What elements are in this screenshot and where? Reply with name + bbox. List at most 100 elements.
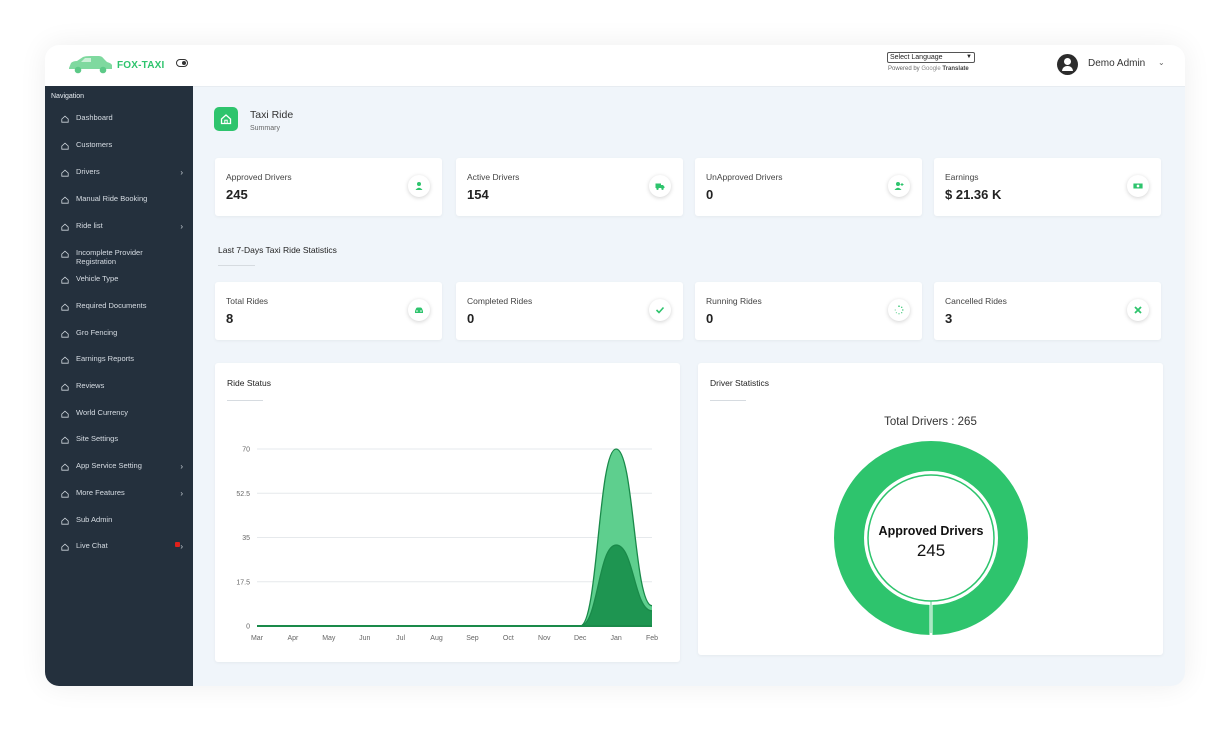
sidebar: Navigation Dashboard Customers Drivers › Man… (45, 86, 193, 686)
sidebar-item-more-features[interactable]: More Features › (61, 488, 187, 498)
stat-label: Cancelled Rides (945, 296, 1007, 306)
sidebar-item-app-service-setting[interactable]: App Service Setting › (61, 461, 187, 471)
stat-label: Approved Drivers (226, 172, 292, 182)
stat-card-earnings[interactable]: Earnings $ 21.36 K (934, 158, 1161, 216)
language-select[interactable]: Select Language ▼ (887, 52, 975, 63)
sidebar-item-manual-ride-booking[interactable]: Manual Ride Booking (61, 194, 187, 204)
home-icon (61, 436, 69, 444)
stat-card-completed-rides[interactable]: Completed Rides 0 (456, 282, 683, 340)
x-tick-label: Nov (538, 635, 551, 642)
sidebar-item-required-documents[interactable]: Required Documents (61, 301, 187, 311)
stat-card-cancelled-rides[interactable]: Cancelled Rides 3 (934, 282, 1161, 340)
home-icon (61, 383, 69, 391)
home-icon (61, 463, 69, 471)
sidebar-title: Navigation (51, 93, 85, 100)
x-tick-label: Jul (396, 635, 405, 642)
sidebar-item-label: Sub Admin (76, 515, 113, 524)
stat-label: Total Rides (226, 296, 269, 306)
home-icon (61, 517, 69, 525)
home-icon (61, 410, 69, 418)
user-plus-icon (888, 175, 910, 197)
x-tick-label: Jun (359, 635, 370, 642)
sidebar-item-reviews[interactable]: Reviews (61, 381, 187, 391)
sidebar-item-label: Gro Fencing (76, 328, 118, 337)
x-tick-label: May (322, 635, 336, 642)
check-icon (649, 299, 671, 321)
stat-card-total-rides[interactable]: Total Rides 8 (215, 282, 442, 340)
home-icon (61, 169, 69, 177)
sidebar-item-label: Manual Ride Booking (76, 194, 148, 203)
x-tick-label: Mar (251, 635, 264, 642)
sidebar-item-world-currency[interactable]: World Currency (61, 408, 187, 418)
admin-name[interactable]: Demo Admin (1088, 58, 1145, 69)
sidebar-item-label: World Currency (76, 408, 128, 417)
stat-value: 8 (226, 311, 234, 326)
sidebar-item-label: App Service Setting (76, 461, 142, 470)
logo-text: FOX-TAXI (117, 59, 165, 71)
avatar[interactable] (1057, 54, 1078, 75)
sidebar-item-label: Required Documents (76, 301, 147, 310)
sidebar-item-ride-list[interactable]: Ride list › (61, 221, 187, 231)
sidebar-item-live-chat[interactable]: Live Chat › (61, 541, 187, 551)
stat-value: 0 (467, 311, 475, 326)
stat-card-approved-drivers[interactable]: Approved Drivers 245 (215, 158, 442, 216)
x-tick-label: Oct (503, 635, 514, 642)
sidebar-item-vehicle-type[interactable]: Vehicle Type (61, 274, 187, 284)
stat-label: Completed Rides (467, 296, 533, 306)
stat-card-unapproved-drivers[interactable]: UnApproved Drivers 0 (695, 158, 922, 216)
stat-value: $ 21.36 K (945, 187, 1002, 202)
x-tick-label: Feb (646, 635, 658, 642)
stat-card-running-rides[interactable]: Running Rides 0 (695, 282, 922, 340)
x-tick-label: Sep (466, 635, 479, 642)
car-icon (408, 299, 430, 321)
sidebar-item-label: Live Chat (76, 541, 108, 550)
stat-label: Running Rides (706, 296, 762, 306)
spinner-icon (888, 299, 910, 321)
home-icon (61, 250, 69, 258)
chevron-right-icon: › (180, 168, 183, 177)
ride-status-panel: Ride Status 0 17.5 35 52.5 70 Mar Apr May Jun Jul… (215, 363, 680, 662)
sidebar-item-label: Incomplete Provider Registration (76, 248, 143, 266)
stat-label: Active Drivers (467, 172, 520, 182)
sidebar-item-dashboard[interactable]: Dashboard (61, 113, 187, 123)
home-icon (61, 356, 69, 364)
sidebar-item-incomplete-provider-registration[interactable]: Incomplete Provider Registration (61, 248, 187, 266)
y-tick-label: 52.5 (236, 491, 250, 498)
home-icon (61, 330, 69, 338)
sidebar-item-earnings-reports[interactable]: Earnings Reports (61, 354, 187, 364)
home-icon (61, 276, 69, 284)
sidebar-item-gro-fencing[interactable]: Gro Fencing (61, 328, 187, 338)
taxi-logo-icon (69, 56, 112, 74)
money-icon (1127, 175, 1149, 197)
sidebar-item-customers[interactable]: Customers (61, 140, 187, 150)
donut-inner-ring (867, 474, 995, 602)
sidebar-toggle-icon[interactable] (176, 59, 188, 67)
close-icon (1127, 299, 1149, 321)
chevron-right-icon: › (180, 489, 183, 498)
chevron-down-icon: ▼ (966, 54, 972, 60)
page-title: Taxi Ride (250, 109, 294, 121)
x-tick-label: Jan (610, 635, 621, 642)
chevron-right-icon: › (180, 462, 183, 471)
chevron-down-icon[interactable]: ⌄ (1158, 58, 1165, 67)
sidebar-item-label: Ride list (76, 221, 103, 230)
sidebar-item-drivers[interactable]: Drivers › (61, 167, 187, 177)
stat-label: Earnings (945, 172, 979, 182)
sidebar-item-label: Customers (76, 140, 113, 149)
y-tick-label: 17.5 (236, 579, 250, 586)
stat-card-active-drivers[interactable]: Active Drivers 154 (456, 158, 683, 216)
sidebar-item-label: Reviews (76, 381, 105, 390)
powered-by-google: Powered by Google Translate (888, 66, 969, 72)
notification-badge (175, 542, 180, 547)
sidebar-item-label: Vehicle Type (76, 274, 119, 283)
home-icon (61, 490, 69, 498)
sidebar-item-sub-admin[interactable]: Sub Admin (61, 515, 187, 525)
home-icon (61, 223, 69, 231)
home-icon (61, 115, 69, 123)
home-icon (214, 107, 238, 131)
x-tick-label: Aug (430, 635, 443, 642)
truck-icon (649, 175, 671, 197)
sidebar-item-label: Dashboard (76, 113, 113, 122)
sidebar-item-site-settings[interactable]: Site Settings (61, 434, 187, 444)
google-text: Google (921, 66, 941, 72)
